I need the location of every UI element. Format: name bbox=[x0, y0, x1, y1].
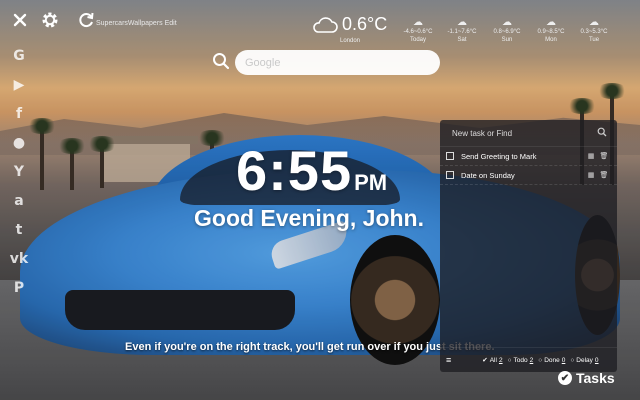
search-icon[interactable] bbox=[212, 52, 230, 70]
brand-text[interactable]: SupercarsWallpapers Edit bbox=[96, 20, 177, 27]
task-checkbox[interactable] bbox=[446, 171, 454, 179]
forecast-day[interactable]: ☁ 0.3~5.3°C Tue bbox=[568, 18, 620, 44]
check-circle-icon: ✔ bbox=[558, 371, 572, 385]
calendar-icon[interactable]: ▦ bbox=[586, 152, 596, 160]
cloud-icon bbox=[312, 14, 338, 41]
refresh-icon[interactable] bbox=[76, 10, 96, 30]
trash-icon[interactable]: 🗑 bbox=[599, 152, 609, 160]
task-checkbox[interactable] bbox=[446, 152, 454, 160]
weather-icon: ☁ bbox=[589, 17, 599, 28]
greeting[interactable]: Good Evening, John. bbox=[194, 205, 424, 232]
task-text[interactable]: Send Greeting to Mark bbox=[461, 152, 583, 161]
trash-icon[interactable]: 🗑 bbox=[599, 171, 609, 179]
filter-todo[interactable]: ○ Todo 2 bbox=[508, 357, 534, 364]
new-task-input[interactable] bbox=[450, 127, 597, 139]
filter-done[interactable]: ○ Done 0 bbox=[538, 357, 565, 364]
search-icon[interactable] bbox=[597, 124, 607, 142]
task-text[interactable]: Date on Sunday bbox=[461, 171, 583, 180]
current-weather[interactable]: 0.6°C bbox=[312, 14, 387, 41]
current-temperature: 0.6°C bbox=[342, 14, 388, 34]
task-item[interactable]: Send Greeting to Mark ▦ 🗑 bbox=[440, 147, 617, 166]
weather-location: London bbox=[340, 38, 361, 44]
yahoo-icon[interactable]: Y bbox=[10, 162, 28, 182]
filter-delay[interactable]: ○ Delay 0 bbox=[570, 357, 598, 364]
search-input[interactable] bbox=[235, 50, 440, 75]
reddit-icon[interactable]: ● bbox=[10, 133, 28, 153]
task-filter-bar: ≡ ✔ All 2 ○ Todo 2 ○ Done 0 ○ Delay 0 bbox=[440, 347, 617, 372]
social-sidebar: G ▶ f ● Y a t vk P bbox=[9, 46, 29, 298]
filter-radio-icon: ○ bbox=[538, 356, 543, 364]
forecast-range: 0.3~5.3°C bbox=[580, 29, 608, 35]
tasks-button-label: Tasks bbox=[576, 370, 615, 386]
filter-radio-icon: ○ bbox=[507, 356, 512, 364]
clock: 6:55 PM bbox=[236, 138, 387, 203]
youtube-icon[interactable]: ▶ bbox=[10, 75, 28, 95]
clock-time: 6:55 bbox=[236, 139, 353, 202]
tasks-panel: Send Greeting to Mark ▦ 🗑 Date on Sunday… bbox=[440, 120, 617, 372]
google-icon[interactable]: G bbox=[10, 46, 28, 66]
filter-all[interactable]: ✔ All 2 bbox=[482, 356, 502, 365]
filter-check-icon: ✔ bbox=[482, 357, 488, 364]
filter-radio-icon: ○ bbox=[570, 356, 575, 364]
close-icon[interactable] bbox=[10, 10, 30, 30]
gear-icon[interactable] bbox=[40, 10, 60, 30]
amazon-icon[interactable]: a bbox=[10, 191, 28, 211]
calendar-icon[interactable]: ▦ bbox=[586, 171, 596, 179]
facebook-icon[interactable]: f bbox=[10, 104, 28, 124]
vk-icon[interactable]: vk bbox=[10, 249, 28, 269]
forecast-day-label: Tue bbox=[588, 37, 600, 43]
menu-icon[interactable]: ≡ bbox=[446, 355, 451, 365]
tasks-button[interactable]: ✔ Tasks bbox=[558, 370, 615, 386]
task-item[interactable]: Date on Sunday ▦ 🗑 bbox=[440, 166, 617, 185]
twitter-icon[interactable]: t bbox=[10, 220, 28, 240]
clock-ampm: PM bbox=[354, 170, 388, 195]
pinterest-icon[interactable]: P bbox=[10, 278, 28, 298]
top-toolbar bbox=[10, 10, 96, 30]
task-input-row bbox=[440, 120, 617, 147]
